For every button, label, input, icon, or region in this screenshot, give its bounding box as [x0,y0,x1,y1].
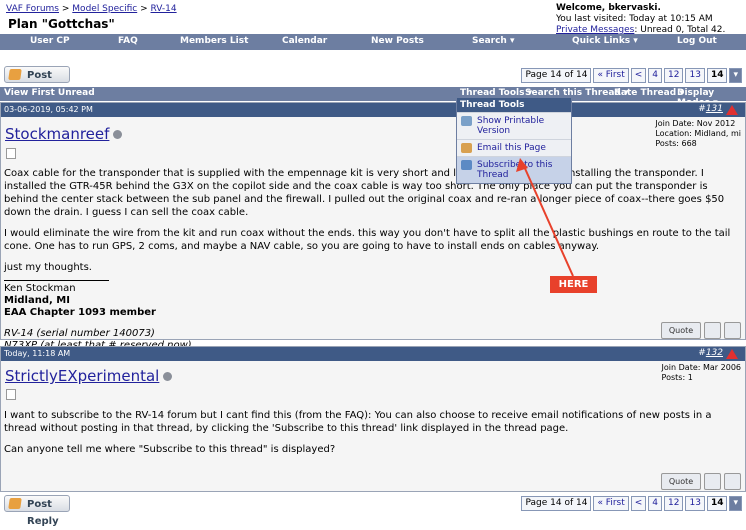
annotation-arrow [516,158,574,277]
annotation-label: HERE [550,276,597,293]
